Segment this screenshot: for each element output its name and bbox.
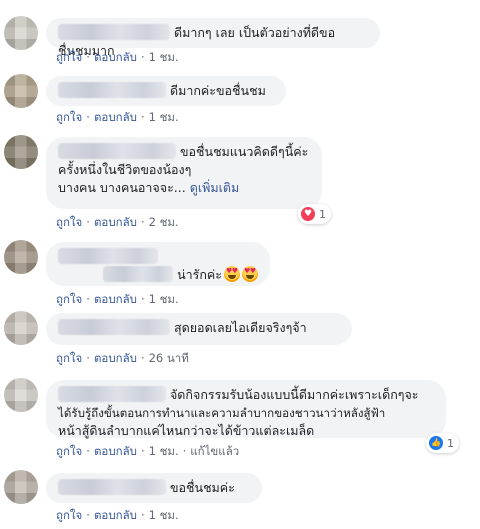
like-link[interactable]: ถูกใจ [56, 215, 82, 229]
comment-bubble: ขอชื่นชมแนวคิดดีๆนี้ค่ะ ครั้งหนึ่งในชีวิ… [46, 137, 322, 209]
heart-icon: ♥ [301, 207, 315, 221]
comment-text: ขอชื่นชมค่ะ [169, 480, 235, 495]
comment-text-line: หน้าสู้ดินลำบากแค่ไหนกว่าจะได้ข้าวแต่ละเ… [58, 423, 315, 438]
comment-text-line: ขอชื่นชมแนวคิดดีๆนี้ค่ะ [179, 144, 309, 159]
reply-link[interactable]: ตอบกลับ [94, 508, 137, 522]
comment-text: น่ารักค่ะ [177, 267, 222, 282]
commenter-name[interactable] [58, 248, 158, 264]
comment-bubble: ดีมากค่ะขอชื่นชม [46, 76, 286, 106]
commenter-name[interactable] [58, 319, 170, 335]
commenter-name[interactable] [58, 143, 176, 159]
avatar[interactable] [4, 16, 38, 50]
reply-link[interactable]: ตอบกลับ [94, 351, 137, 365]
reply-link[interactable]: ตอบกลับ [94, 444, 137, 458]
see-more-link[interactable]: ดูเพิ่มเติม [190, 180, 240, 195]
avatar[interactable] [4, 135, 38, 169]
timestamp[interactable]: 1 ชม. [149, 444, 179, 458]
like-link[interactable]: ถูกใจ [56, 351, 82, 365]
comment-text-line: บางคน บางคนอาจจะ... [58, 180, 186, 195]
comment-text-line: จัดกิจกรรมรับน้องแบบนี้ดีมากค่ะเพราะเด็ก… [169, 387, 419, 402]
commenter-name[interactable] [58, 386, 166, 402]
commenter-name-part [103, 266, 174, 282]
heart-eyes-emoji [224, 266, 240, 282]
timestamp[interactable]: 26 นาที [149, 351, 189, 365]
comment-actions: ถูกใจ · ตอบกลับ · 1 ชม. [56, 292, 179, 306]
comment-bubble: จัดกิจกรรมรับน้องแบบนี้ดีมากค่ะเพราะเด็ก… [46, 380, 446, 438]
avatar[interactable] [4, 311, 38, 345]
comment-actions: ถูกใจ · ตอบกลับ · 2 ชม. [56, 215, 179, 229]
reply-link[interactable]: ตอบกลับ [94, 110, 137, 124]
comment-text: สุดยอดเลยไอเดียจริงๆจ้า [173, 320, 307, 335]
reaction-badge[interactable]: 👍 1 [426, 433, 459, 453]
comment-actions: ถูกใจ · ตอบกลับ · 1 ชม. [56, 110, 179, 124]
comment-actions: ถูกใจ · ตอบกลับ · 26 นาที [56, 351, 189, 365]
comment-bubble: น่ารักค่ะ [46, 242, 270, 286]
comment-bubble: ดีมากๆ เลย เป็นตัวอย่างที่ดีขอชื่นชมมาก [46, 18, 380, 58]
timestamp[interactable]: 1 ชม. [149, 50, 179, 64]
like-link[interactable]: ถูกใจ [56, 444, 82, 458]
comment-text: ดีมากค่ะขอชื่นชม [169, 83, 266, 98]
timestamp[interactable]: 2 ชม. [149, 215, 179, 229]
reaction-count: 1 [319, 207, 326, 221]
comment-actions: ถูกใจ · ตอบกลับ · 1 ชม. · แก้ไขแล้ว [56, 444, 240, 458]
avatar[interactable] [4, 74, 38, 108]
commenter-name[interactable] [58, 479, 166, 495]
comment-text-line: ได้รับรู้ถึงขั้นตอนการทำนาและความลำบากขอ… [58, 406, 386, 420]
avatar[interactable] [4, 240, 38, 274]
reply-link[interactable]: ตอบกลับ [94, 292, 137, 306]
reply-link[interactable]: ตอบกลับ [94, 215, 137, 229]
timestamp[interactable]: 1 ชม. [149, 292, 179, 306]
comment-bubble: สุดยอดเลยไอเดียจริงๆจ้า [46, 313, 352, 345]
avatar[interactable] [4, 470, 38, 504]
reply-link[interactable]: ตอบกลับ [94, 50, 137, 64]
like-link[interactable]: ถูกใจ [56, 508, 82, 522]
like-link[interactable]: ถูกใจ [56, 50, 82, 64]
like-link[interactable]: ถูกใจ [56, 292, 82, 306]
comment-bubble: ขอชื่นชมค่ะ [46, 473, 262, 503]
reaction-badge[interactable]: ♥ 1 [298, 204, 331, 224]
comment-actions: ถูกใจ · ตอบกลับ · 1 ชม. [56, 50, 179, 64]
comment-actions: ถูกใจ · ตอบกลับ · 1 ชม. [56, 508, 179, 522]
heart-eyes-emoji [242, 266, 258, 282]
like-link[interactable]: ถูกใจ [56, 110, 82, 124]
timestamp[interactable]: 1 ชม. [149, 110, 179, 124]
like-icon: 👍 [429, 436, 443, 450]
edited-label[interactable]: แก้ไขแล้ว [190, 444, 239, 458]
timestamp[interactable]: 1 ชม. [149, 508, 179, 522]
comment-text-line: ครั้งหนึ่งในชีวิตของน้องๆ [58, 162, 192, 177]
reaction-count: 1 [447, 436, 454, 450]
avatar[interactable] [4, 378, 38, 412]
commenter-name[interactable] [58, 82, 166, 98]
commenter-name[interactable] [58, 24, 170, 40]
